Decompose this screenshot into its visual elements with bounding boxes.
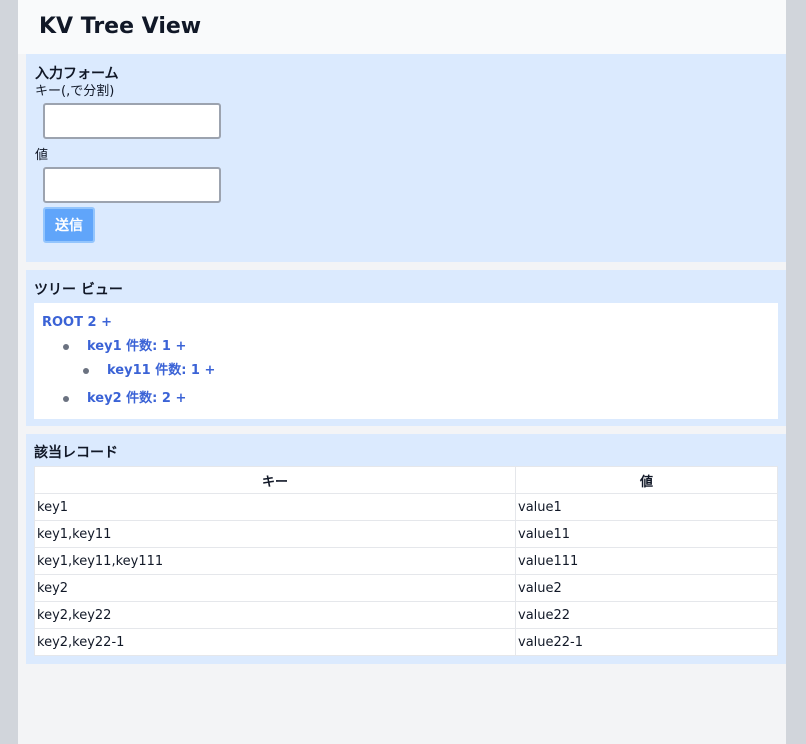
- cell-value: value1: [515, 493, 778, 521]
- table-row: key1,key11,key111 value111: [34, 547, 778, 575]
- app-header: KV Tree View: [18, 0, 786, 54]
- input-form-panel: 入力フォーム キー(,で分割) 値 送信: [26, 54, 786, 262]
- cell-key: key2,key22-1: [34, 628, 516, 656]
- bullet-icon: [63, 396, 69, 402]
- cell-key: key2,key22: [34, 601, 516, 629]
- cell-key: key2: [34, 574, 516, 602]
- tree-root-link[interactable]: ROOT 2 +: [42, 314, 112, 332]
- cell-key: key1: [34, 493, 516, 521]
- table-row: key2,key22-1 value22-1: [34, 628, 778, 656]
- records-panel: 該当レコード キー 値 key1 value1 key1,key11 value…: [26, 434, 786, 664]
- tree-node-key2: key2 件数: 2 +: [63, 390, 186, 408]
- header-key: キー: [34, 466, 516, 494]
- app-title: KV Tree View: [39, 14, 202, 39]
- submit-button[interactable]: 送信: [43, 207, 95, 243]
- tree-link-key1[interactable]: key1 件数: 1 +: [87, 338, 186, 356]
- tree-link-key2[interactable]: key2 件数: 2 +: [87, 390, 186, 408]
- bullet-icon: [63, 344, 69, 350]
- cell-key: key1,key11: [34, 520, 516, 548]
- records-title: 該当レコード: [34, 445, 118, 461]
- cell-value: value2: [515, 574, 778, 602]
- page: KV Tree View 入力フォーム キー(,で分割) 値 送信 ツリー ビュ…: [18, 0, 786, 744]
- tree-link-key11[interactable]: key11 件数: 1 +: [107, 362, 215, 380]
- tree-root-row: ROOT 2 +: [42, 314, 112, 332]
- tree-container: ROOT 2 + key1 件数: 1 + key11 件数: 1 + key2…: [34, 303, 778, 419]
- table-row: key1 value1: [34, 493, 778, 521]
- table-row: key2,key22 value22: [34, 601, 778, 629]
- bullet-icon: [83, 368, 89, 374]
- tree-title: ツリー ビュー: [34, 282, 123, 298]
- value-label: 値: [35, 148, 49, 163]
- value-input[interactable]: [43, 167, 221, 203]
- key-label: キー(,で分割): [35, 84, 115, 99]
- table-header-row: キー 値: [34, 466, 778, 494]
- table-row: key1,key11 value11: [34, 520, 778, 548]
- records-table: キー 値 key1 value1 key1,key11 value11 key1…: [34, 466, 778, 656]
- cell-value: value111: [515, 547, 778, 575]
- tree-node-key1: key1 件数: 1 +: [63, 338, 186, 356]
- table-row: key2 value2: [34, 574, 778, 602]
- form-title: 入力フォーム: [35, 66, 119, 82]
- tree-node-key11: key11 件数: 1 +: [83, 362, 215, 380]
- cell-value: value22-1: [515, 628, 778, 656]
- cell-key: key1,key11,key111: [34, 547, 516, 575]
- header-value: 値: [515, 466, 778, 494]
- tree-view-panel: ツリー ビュー ROOT 2 + key1 件数: 1 + key11 件数: …: [26, 270, 786, 426]
- key-input[interactable]: [43, 103, 221, 139]
- cell-value: value11: [515, 520, 778, 548]
- cell-value: value22: [515, 601, 778, 629]
